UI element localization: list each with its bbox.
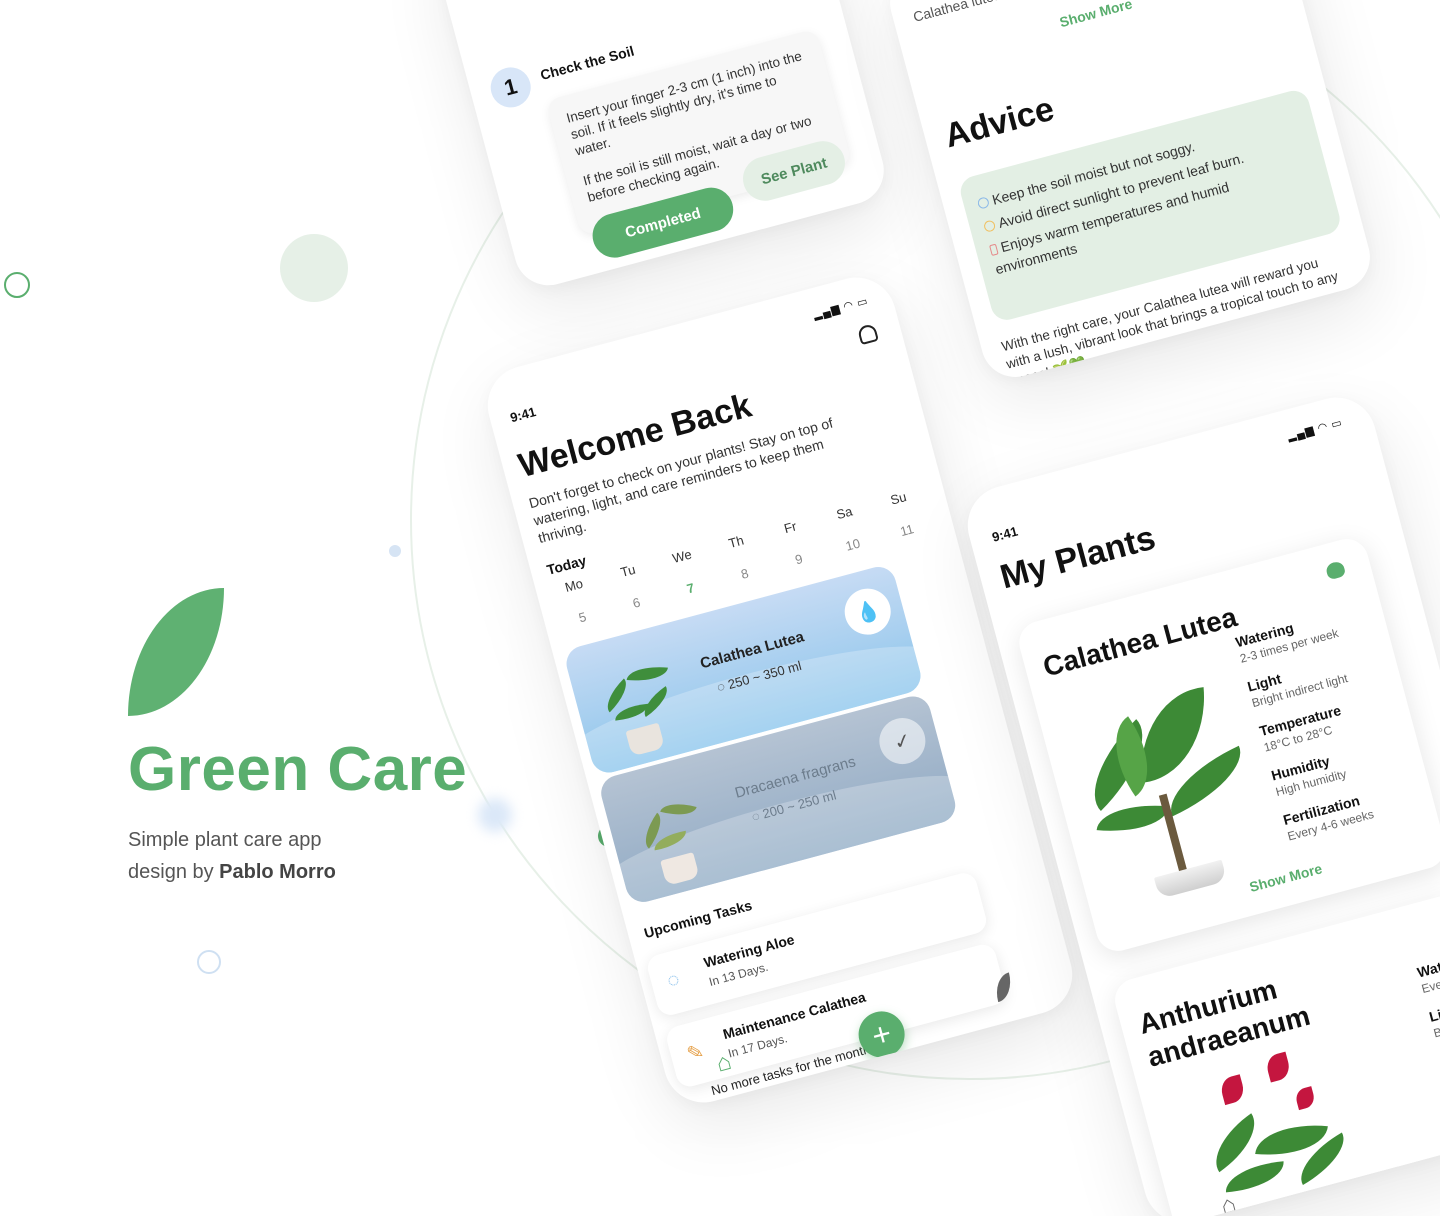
calendar-day[interactable]: Sa 10	[821, 500, 876, 558]
advice-title: Advice	[940, 89, 1059, 156]
checkmark-icon[interactable]: ✓	[874, 712, 931, 770]
brand-subtitle-line2: design by Pablo Morro	[128, 856, 336, 888]
water-drop-icon: ◌	[664, 968, 683, 993]
attr-label: Water	[1415, 955, 1440, 981]
showcase-canvas: Green Care Simple plant care app design …	[0, 0, 1440, 1216]
plant-name: Calathea Lutea	[1039, 601, 1241, 683]
calendar-day-number: 10	[843, 535, 862, 554]
calendar-day-number: 6	[631, 594, 642, 611]
notification-bell-icon[interactable]	[856, 323, 879, 346]
brand-subtitle: Simple plant care app design by Pablo Mo…	[128, 824, 336, 888]
plant-photo	[1060, 675, 1276, 912]
status-time: 9:41	[508, 404, 538, 426]
calendar-day-number: 7	[685, 579, 697, 597]
water-drop-icon	[976, 196, 991, 210]
wrench-icon: ✎	[684, 1040, 707, 1067]
brand-leaf-icon	[128, 588, 224, 716]
calendar-day[interactable]: Su 11	[875, 485, 930, 543]
decor-circle	[280, 234, 348, 302]
calendar-day-number: 9	[793, 551, 805, 568]
calendar-day-name: Sa	[834, 503, 854, 523]
brand-subtitle-line1: Simple plant care app	[128, 829, 322, 851]
attr-label: Ligh	[1427, 1001, 1440, 1025]
decor-ring-small	[4, 272, 30, 298]
brand-author: Pablo Morro	[219, 861, 336, 883]
calendar-day-name: We	[670, 546, 694, 567]
status-icons: ▂▄▆ ◠ ▭	[811, 295, 870, 322]
calendar-day-selected[interactable]: We 7	[659, 543, 714, 601]
calendar-day-name: Mo	[563, 575, 585, 595]
attr-humidity: Humidity High humidity	[1269, 749, 1348, 799]
task-name: Maintenance Calathea	[721, 988, 868, 1043]
calendar-day-number: 8	[739, 565, 751, 582]
calendar-day-name: Th	[726, 532, 746, 552]
attr-fertilization: Fertilization Every 4-6 weeks	[1281, 790, 1375, 843]
heart-icon[interactable]	[1324, 560, 1347, 581]
attr-watering: Water Every	[1415, 955, 1440, 996]
water-drop-icon[interactable]: 💧	[839, 583, 896, 640]
sun-icon	[982, 219, 997, 233]
page-title: My Plants	[996, 518, 1160, 597]
show-more-link[interactable]: Show More	[1058, 0, 1134, 30]
plant-detail-card[interactable]: Calathea Lutea Watering 2-3 times per wee…	[1014, 534, 1440, 956]
calendar-day-name: Tu	[618, 561, 637, 580]
decor-blur-dot	[478, 798, 512, 832]
today-label: Today	[544, 552, 588, 578]
calendar-day-number: 11	[898, 521, 916, 540]
calendar-day-name: Su	[888, 489, 909, 508]
status-time: 9:41	[990, 523, 1020, 545]
calendar-day[interactable]: Tu 6	[605, 558, 660, 616]
step-title: Check the Soil	[538, 42, 636, 83]
status-icons: ▂▄▆ ◠ ▭	[1286, 416, 1345, 443]
calendar-day-number: 5	[576, 608, 588, 626]
step-number-badge: 1	[486, 62, 536, 112]
plant-photo	[1177, 1037, 1393, 1216]
decor-dot	[389, 545, 401, 557]
attr-temperature: Temperature 18°C to 28°C	[1258, 702, 1347, 755]
brand-title: Green Care	[128, 735, 468, 804]
thermometer-icon	[989, 243, 999, 257]
calendar-day[interactable]: Th 8	[713, 529, 768, 587]
brand-credit-prefix: design by	[128, 861, 220, 883]
calendar-day-name: Fr	[782, 518, 799, 537]
calendar-day[interactable]: Fr 9	[767, 514, 822, 572]
attr-light: Light Bright indirect light	[1246, 654, 1350, 710]
calendar-day[interactable]: Mo 5	[551, 572, 606, 630]
attr-light: Ligh Brig	[1427, 1002, 1440, 1041]
plant-pot	[1153, 859, 1228, 900]
decor-ring-blue	[197, 950, 221, 974]
